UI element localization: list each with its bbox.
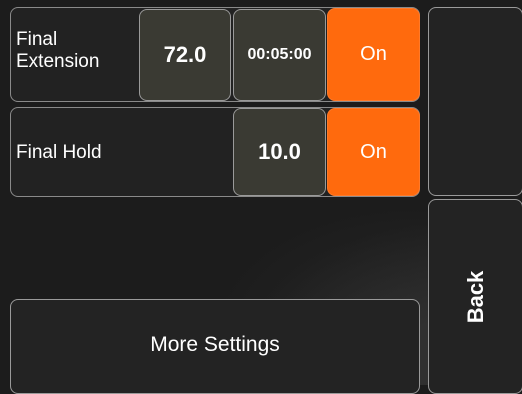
- final-extension-label-line2: Extension: [16, 51, 100, 72]
- final-hold-toggle-button[interactable]: On: [327, 108, 420, 196]
- final-extension-label-line1: Final: [16, 29, 58, 50]
- more-settings-button[interactable]: More Settings: [10, 299, 420, 394]
- final-hold-label: Final Hold: [16, 142, 102, 163]
- back-label: Back: [462, 270, 488, 323]
- final-extension-toggle-button[interactable]: On: [327, 8, 420, 101]
- final-extension-label: Final Extension: [16, 29, 99, 73]
- final-extension-temperature-field[interactable]: 72.0: [139, 9, 231, 101]
- back-button[interactable]: Back: [428, 199, 522, 394]
- final-hold-temperature-field[interactable]: 10.0: [233, 108, 326, 196]
- final-extension-time-field[interactable]: 00:05:00: [233, 9, 326, 101]
- side-blank-button[interactable]: [428, 7, 522, 196]
- more-settings-label: More Settings: [150, 333, 280, 356]
